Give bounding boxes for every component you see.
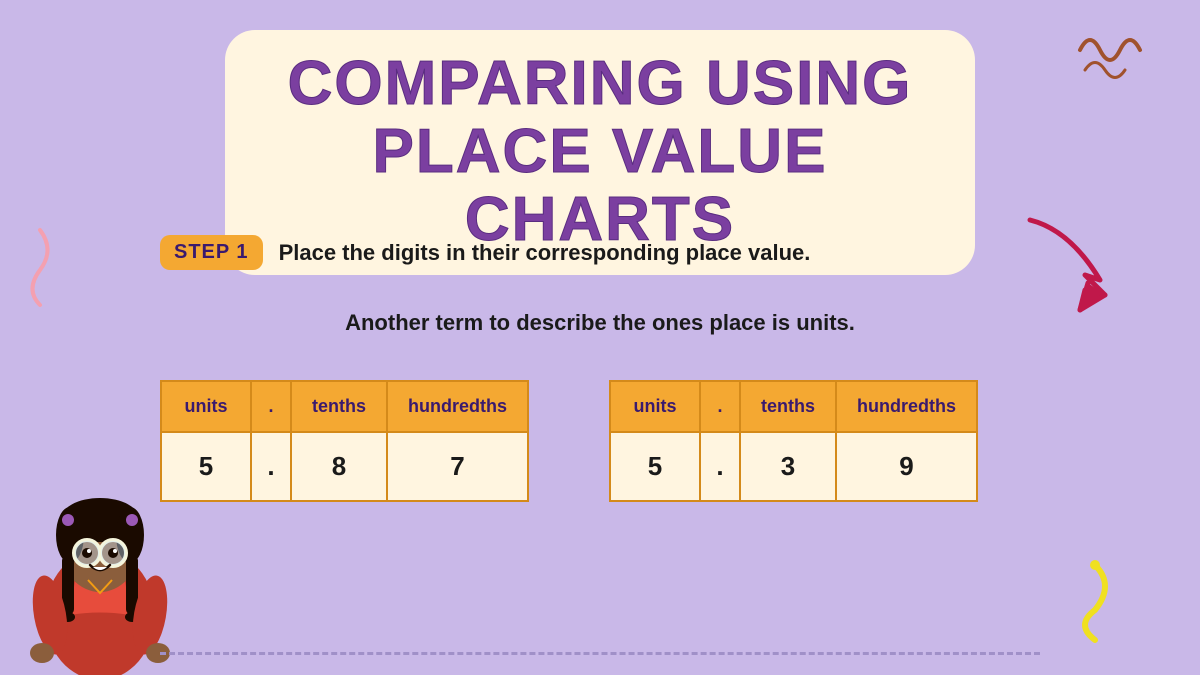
subtitle: Another term to describe the ones place …	[345, 310, 855, 336]
table1-val-dot: .	[251, 432, 291, 501]
table1-val-tenths: 8	[291, 432, 387, 501]
table2-header-tenths: tenths	[740, 381, 836, 432]
dashed-line	[160, 652, 1040, 655]
table2-val-hundredths: 9	[836, 432, 977, 501]
table1-header-hundredths: hundredths	[387, 381, 528, 432]
table1-header-dot: .	[251, 381, 291, 432]
table2-header-dot: .	[700, 381, 740, 432]
title-text: Comparing Using Place Value Charts	[265, 50, 935, 255]
character-illustration	[0, 415, 200, 675]
table2-header-units: units	[610, 381, 700, 432]
step-description: Place the digits in their corresponding …	[279, 240, 811, 266]
table2-val-dot: .	[700, 432, 740, 501]
table1-val-hundredths: 7	[387, 432, 528, 501]
place-value-table-2: units . tenths hundredths 5 . 3 9	[609, 380, 978, 502]
step-badge: Step 1	[160, 235, 263, 270]
table2-header-hundredths: hundredths	[836, 381, 977, 432]
table1-header-tenths: tenths	[291, 381, 387, 432]
step-section: Step 1 Place the digits in their corresp…	[160, 235, 810, 270]
tables-container: units . tenths hundredths 5 . 8 7 units …	[160, 380, 978, 502]
place-value-table-1: units . tenths hundredths 5 . 8 7	[160, 380, 529, 502]
table2-val-tenths: 3	[740, 432, 836, 501]
table2-val-units: 5	[610, 432, 700, 501]
